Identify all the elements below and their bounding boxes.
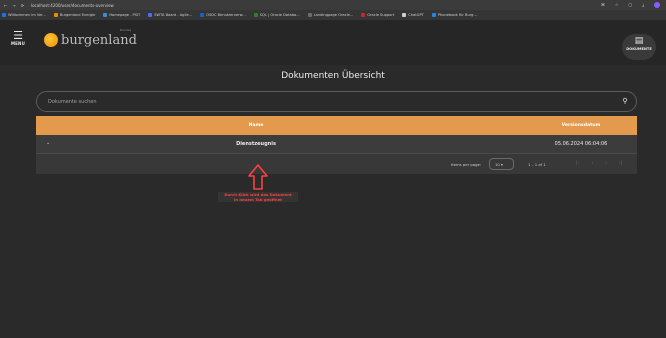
bookmark-favicon-icon	[361, 13, 366, 17]
bookmark-label: Burgenland Energie	[59, 13, 96, 17]
paginator: Items per page: 10 ▾ 1 – 1 of 1 |‹ ‹ › ›…	[36, 154, 637, 174]
page-size-select[interactable]: 10 ▾	[489, 158, 514, 170]
last-page-icon[interactable]: ›|	[619, 161, 622, 166]
translate-icon[interactable]: ⌘	[601, 2, 605, 8]
bookmark-label: OSDC Benutzerverw...	[206, 13, 246, 17]
search-icon[interactable]: ⚲	[620, 97, 630, 107]
bookmark-label: SQL | Oracle Databa...	[259, 13, 300, 17]
bookmarks-bar: Willkommen im Ver... Burgenland Energie Ho…	[0, 10, 666, 20]
back-icon[interactable]: ←	[4, 3, 7, 8]
star-icon[interactable]: ☆	[615, 2, 619, 8]
bookmark-favicon-icon	[53, 13, 58, 17]
address-bar[interactable]: localhost:4200/user/documents-overview	[28, 3, 601, 8]
browser-toolbar: ← → ⟳ localhost:4200/user/documents-over…	[0, 0, 666, 10]
bookmark-item[interactable]: Oracle Support	[361, 13, 394, 17]
bookmark-favicon-icon	[431, 13, 436, 17]
table-row[interactable]: ⌄ Dienstzeugnis 05.06.2024 06:04:06	[36, 135, 637, 154]
prev-page-icon[interactable]: ‹	[591, 161, 593, 166]
logo-text: burgenland	[61, 33, 137, 48]
documents-table: Name Versionsdatum ⌄ Dienstzeugnis 05.06…	[36, 116, 637, 174]
forward-icon[interactable]: →	[12, 3, 15, 8]
reload-icon[interactable]: ⟳	[21, 3, 24, 8]
menu-label: MENU	[10, 41, 26, 46]
documents-button[interactable]: ▤ DOKUMENTE	[622, 34, 656, 60]
bookmark-item[interactable]: Homepage - PSIT	[103, 13, 140, 17]
bookmark-label: Willkommen im Ver...	[8, 13, 46, 17]
menu-button[interactable]: ☰ MENU	[8, 30, 28, 52]
document-name[interactable]: Dienstzeugnis	[36, 141, 476, 147]
first-page-icon[interactable]: |‹	[576, 161, 579, 166]
bookmark-item[interactable]: Phonebook für Burg...	[431, 13, 477, 17]
table-header: Name Versionsdatum	[36, 116, 637, 135]
page-title: Dokumenten Übersicht	[281, 71, 385, 81]
annotation-text: Durch Klick wird das Dokument in neuem T…	[218, 192, 298, 202]
bookmark-item[interactable]: Burgenland Energie	[53, 13, 96, 17]
sun-logo-icon	[44, 32, 58, 47]
column-header-name[interactable]: Name	[36, 123, 476, 128]
bookmark-label: Oracle Support	[367, 13, 395, 17]
page-range-label: 1 – 1 of 1	[528, 162, 546, 167]
bookmark-item[interactable]: OSDC Benutzerverw...	[200, 13, 246, 17]
bookmark-item[interactable]: SWTA Board - Agile...	[148, 13, 192, 17]
app-header: ☰ MENU burgenland Bundes ▤ DOKUMENTE	[0, 20, 666, 65]
bookmark-item[interactable]: SQL | Oracle Databa...	[253, 13, 300, 17]
column-header-version-date[interactable]: Versionsdatum	[526, 123, 636, 128]
bookmark-favicon-icon	[148, 13, 153, 17]
download-icon[interactable]: ⤓	[642, 2, 644, 8]
documents-label: DOKUMENTE	[626, 47, 652, 51]
bookmark-favicon-icon	[307, 13, 312, 17]
paginator-buttons: |‹ ‹ › ›|	[576, 161, 622, 166]
burgenland-logo[interactable]: burgenland Bundes	[44, 28, 137, 48]
browser-nav: ← → ⟳	[0, 3, 28, 8]
hamburger-icon: ☰	[13, 29, 23, 42]
browser-actions: ⌘ ☆ ▢ ⤓	[601, 2, 666, 8]
bookmark-favicon-icon	[253, 13, 258, 17]
bookmark-item[interactable]: Willkommen im Ver...	[2, 13, 46, 17]
logo-subtitle: Bundes	[120, 28, 132, 32]
bookmark-item[interactable]: Landingpage Oracle...	[307, 13, 354, 17]
items-per-page-label: Items per page:	[451, 162, 482, 167]
bookmark-label: SWTA Board - Agile...	[154, 13, 193, 17]
document-version-date: 05.06.2024 06:04:06	[554, 141, 608, 147]
bookmark-item[interactable]: ChatGPT	[402, 13, 424, 17]
annotation-line-2: in neuem Tab geöffnet	[234, 197, 282, 202]
bookmark-favicon-icon	[2, 13, 6, 17]
document-icon: ▤	[634, 36, 644, 46]
bookmark-label: Phonebook für Burg...	[437, 13, 477, 17]
bookmark-label: Homepage - PSIT	[109, 13, 141, 17]
bookmark-favicon-icon	[103, 13, 108, 17]
profile-icon[interactable]	[654, 2, 660, 8]
bookmark-label: ChatGPT	[408, 13, 424, 17]
bookmark-favicon-icon	[402, 13, 407, 17]
bookmark-favicon-icon	[200, 13, 205, 17]
search-input[interactable]	[48, 97, 588, 107]
search-bar: ⚲	[36, 91, 637, 112]
bookmark-label: Landingpage Oracle...	[313, 13, 354, 17]
annotation-arrow-icon	[248, 164, 268, 190]
extensions-icon[interactable]: ▢	[628, 2, 632, 8]
next-page-icon[interactable]: ›	[605, 161, 607, 166]
